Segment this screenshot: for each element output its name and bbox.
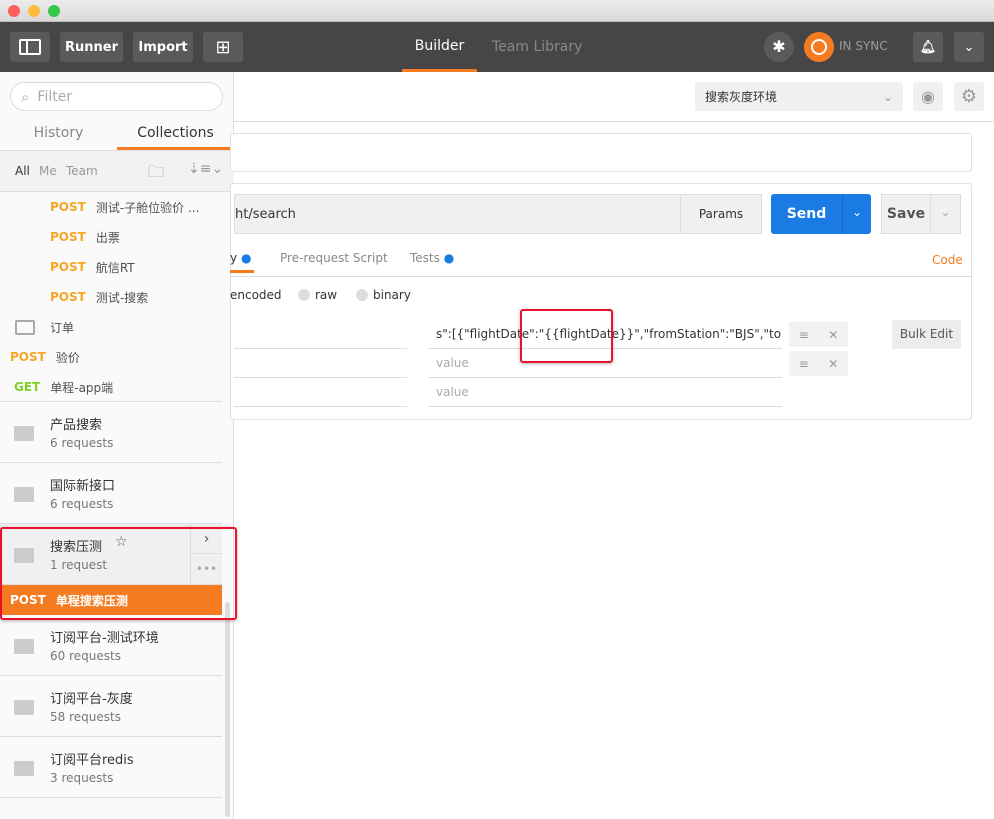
request-name: 出票 xyxy=(95,230,120,245)
request-name: 测试-子舱位验价 ... xyxy=(95,200,200,215)
send-dropdown[interactable]: ⌄ xyxy=(842,194,871,234)
sidebar-icon xyxy=(19,39,41,55)
environment-select[interactable]: 搜索灰度环境 ⌄ xyxy=(695,82,903,111)
new-tab-button[interactable]: ⊞ xyxy=(203,32,243,62)
collection-item[interactable]: 订阅平台-灰度 58 requests xyxy=(0,676,222,737)
interceptor-icon[interactable]: ✱ xyxy=(764,32,794,62)
code-link[interactable]: Code xyxy=(932,253,963,267)
request-name: 航信RT xyxy=(95,260,135,275)
close-window-button[interactable] xyxy=(8,5,20,17)
collection-item[interactable]: 国际新接口 6 requests xyxy=(0,463,222,524)
search-icon: ⌕ xyxy=(21,87,30,106)
body-type-urlencoded[interactable]: encoded xyxy=(230,288,282,302)
request-method: POST xyxy=(10,350,46,364)
collection-item[interactable]: 订阅平台redis 3 requests xyxy=(0,737,222,798)
row-actions: ≡ ✕ xyxy=(789,322,848,347)
highlight-box xyxy=(520,309,613,363)
tab-builder[interactable]: Builder xyxy=(402,22,477,72)
request-item[interactable]: POST 验价 xyxy=(0,342,222,372)
params-button[interactable]: Params xyxy=(680,194,762,234)
minimize-window-button[interactable] xyxy=(28,5,40,17)
window-titlebar xyxy=(0,0,994,22)
sidebar-scrollbar[interactable] xyxy=(225,602,230,817)
notifications-button[interactable]: 🔔︎ xyxy=(913,32,943,62)
folder-item[interactable]: 订单 xyxy=(0,312,222,342)
sort-icon[interactable]: ⇣≡⌄ xyxy=(188,161,223,177)
tab-history[interactable]: History xyxy=(0,120,117,150)
highlight-box xyxy=(0,527,237,620)
request-name-field[interactable] xyxy=(230,133,972,172)
filter-placeholder: Filter xyxy=(37,88,73,105)
runner-button[interactable]: Runner xyxy=(60,32,123,62)
gear-icon[interactable]: ⚙ xyxy=(954,82,984,111)
new-window-icon: ⊞ xyxy=(215,36,231,58)
import-button[interactable]: Import xyxy=(133,32,193,62)
bulk-edit-button[interactable]: Bulk Edit xyxy=(892,320,961,349)
send-button[interactable]: Send xyxy=(771,194,842,234)
request-item[interactable]: POST 测试-子舱位验价 ... xyxy=(0,192,222,222)
request-name: 测试-搜索 xyxy=(95,290,149,305)
body-type-raw[interactable]: raw xyxy=(315,288,337,302)
tab-body[interactable]: y ● xyxy=(230,251,254,273)
save-dropdown[interactable]: ⌄ xyxy=(931,194,961,234)
collections-toolbar: All Me Team 🗀 ⇣≡⌄ xyxy=(0,150,234,192)
tab-pre-request-script[interactable]: Pre-request Script xyxy=(280,251,388,265)
value-field[interactable]: value xyxy=(428,378,782,407)
filter-input[interactable]: ⌕ Filter xyxy=(10,82,223,111)
app-header: Runner Import ⊞ Builder Team Library ✱ I… xyxy=(0,22,994,72)
sync-icon[interactable] xyxy=(804,32,834,62)
filter-team[interactable]: Team xyxy=(66,164,98,178)
tab-team-library[interactable]: Team Library xyxy=(492,22,582,72)
tab-tests[interactable]: Tests ● xyxy=(410,251,454,265)
settings-menu-button[interactable]: ⌄ xyxy=(954,32,984,62)
new-collection-icon[interactable]: 🗀 xyxy=(148,161,164,188)
url-input[interactable]: ht/search xyxy=(234,194,680,234)
request-item[interactable]: POST 航信RT xyxy=(0,252,222,282)
key-column xyxy=(234,320,407,407)
folder-icon xyxy=(14,700,34,715)
folder-icon xyxy=(14,761,34,776)
zoom-window-button[interactable] xyxy=(48,5,60,17)
filter-all[interactable]: All xyxy=(15,164,30,178)
folder-icon xyxy=(14,426,34,441)
folder-icon xyxy=(15,319,35,335)
chevron-down-icon: ⌄ xyxy=(882,89,893,104)
request-method: GET xyxy=(14,380,41,394)
delete-icon[interactable]: ✕ xyxy=(828,357,838,371)
request-item[interactable]: GET 单程-app端 xyxy=(0,372,222,402)
environment-value: 搜索灰度环境 xyxy=(705,90,778,104)
row-actions: ≡ ✕ xyxy=(789,351,848,376)
request-method: POST xyxy=(50,200,86,214)
folder-icon xyxy=(14,639,34,654)
sidebar-toggle-button[interactable] xyxy=(10,32,50,62)
folder-icon xyxy=(14,487,34,502)
request-method: POST xyxy=(50,260,86,274)
request-item[interactable]: POST 出票 xyxy=(0,222,222,252)
collection-item[interactable]: 订阅平台-测试环境 60 requests xyxy=(0,615,222,676)
request-name: 验价 xyxy=(55,350,80,365)
tab-collections[interactable]: Collections xyxy=(117,120,234,150)
body-type-binary[interactable]: binary xyxy=(373,288,411,302)
key-field[interactable] xyxy=(234,320,407,349)
key-field[interactable] xyxy=(234,349,407,378)
request-name: 单程-app端 xyxy=(50,380,114,395)
filter-me[interactable]: Me xyxy=(39,164,57,178)
collection-item[interactable]: 产品搜索 6 requests xyxy=(0,402,222,463)
request-method: POST xyxy=(50,290,86,304)
save-button[interactable]: Save xyxy=(881,194,931,234)
key-field[interactable] xyxy=(234,378,407,407)
drag-handle-icon[interactable]: ≡ xyxy=(799,357,809,371)
delete-icon[interactable]: ✕ xyxy=(828,328,838,342)
sync-status: IN SYNC xyxy=(839,39,888,53)
eye-icon[interactable]: ◉ xyxy=(913,82,943,111)
request-method: POST xyxy=(50,230,86,244)
request-item[interactable]: POST 测试-搜索 xyxy=(0,282,222,312)
bell-icon: 🔔︎ xyxy=(919,39,937,55)
drag-handle-icon[interactable]: ≡ xyxy=(799,328,809,342)
chevron-down-icon: ⌄ xyxy=(851,205,863,219)
chevron-down-icon: ⌄ xyxy=(963,39,975,55)
binary-radio[interactable] xyxy=(356,289,368,301)
raw-radio[interactable] xyxy=(298,289,310,301)
sidebar: ⌕ Filter History Collections All Me Team … xyxy=(0,72,237,819)
